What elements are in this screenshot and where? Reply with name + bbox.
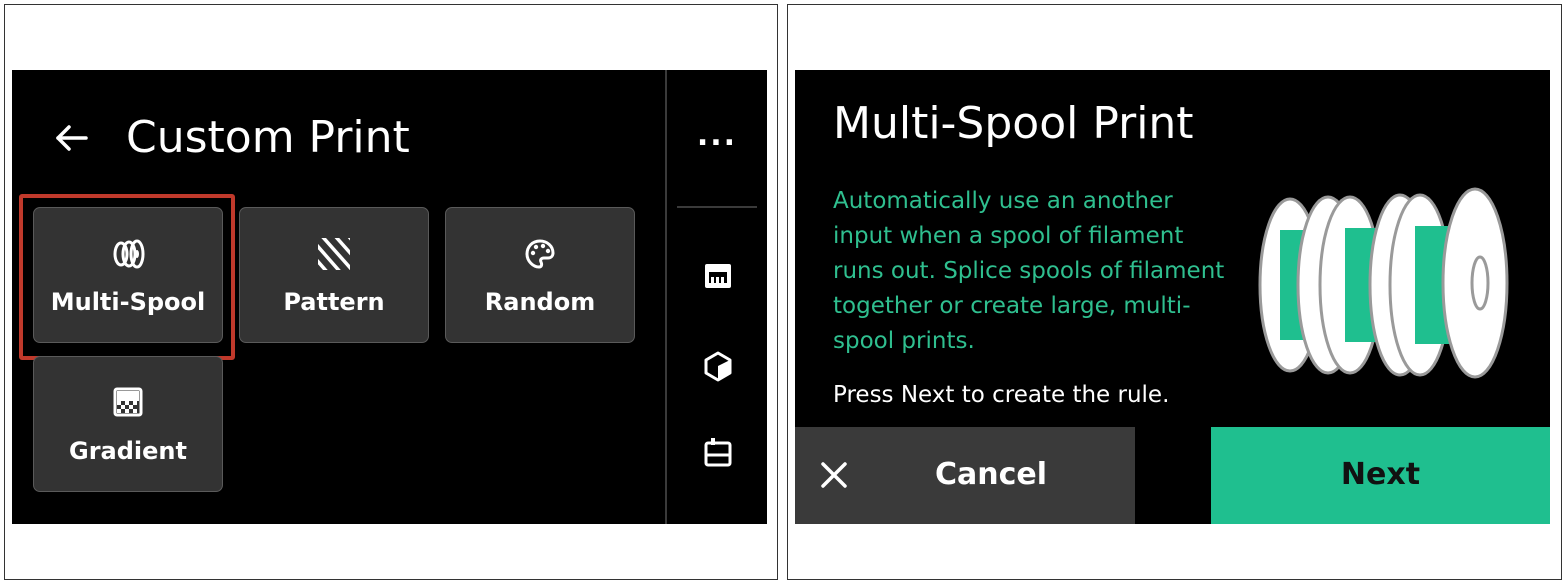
more-icon[interactable]: ... xyxy=(667,118,767,153)
tile-pattern[interactable]: Pattern xyxy=(239,207,429,343)
pattern-icon xyxy=(318,238,350,270)
rail-divider xyxy=(677,206,757,208)
cancel-button[interactable]: Cancel xyxy=(795,427,1135,524)
dialog-title: Multi-Spool Print xyxy=(833,98,1194,149)
description-line: input when a spool of filament xyxy=(833,223,1184,249)
dialog-hint: Press Next to create the rule. xyxy=(833,382,1170,408)
printer-icon[interactable] xyxy=(702,260,734,292)
dialog-description: Automatically use an another input when … xyxy=(833,184,1243,359)
tile-label: Multi-Spool xyxy=(50,288,206,316)
multi-spool-icon xyxy=(113,239,145,269)
next-button[interactable]: Next xyxy=(1211,427,1550,524)
storage-icon[interactable] xyxy=(702,436,734,468)
side-rail: ... xyxy=(665,70,767,524)
description-line: runs out. Splice spools of filament xyxy=(833,258,1225,284)
tile-label: Pattern xyxy=(283,288,385,316)
page-title: Custom Print xyxy=(126,112,410,163)
description-line: spool prints. xyxy=(833,328,975,354)
palette-icon xyxy=(525,239,555,269)
tile-label: Gradient xyxy=(69,437,187,465)
cube-icon[interactable] xyxy=(702,350,734,382)
description-line: Automatically use an another xyxy=(833,188,1173,214)
cancel-label: Cancel xyxy=(935,457,1048,492)
back-arrow-icon[interactable] xyxy=(52,118,92,158)
custom-print-screen: Custom Print Multi-Spool Pattern Random … xyxy=(12,70,767,524)
close-icon xyxy=(821,462,847,488)
custom-print-main: Custom Print Multi-Spool Pattern Random … xyxy=(12,70,665,524)
next-label: Next xyxy=(1340,457,1421,492)
multi-spool-print-screen: Multi-Spool Print Automatically use an a… xyxy=(795,70,1550,524)
tile-gradient[interactable]: Gradient xyxy=(33,356,223,492)
gradient-icon xyxy=(113,387,143,417)
tile-random[interactable]: Random xyxy=(445,207,635,343)
spool-illustration xyxy=(1258,187,1509,379)
tile-multi-spool[interactable]: Multi-Spool xyxy=(33,207,223,343)
description-line: together or create large, multi- xyxy=(833,293,1191,319)
tile-label: Random xyxy=(484,288,596,316)
